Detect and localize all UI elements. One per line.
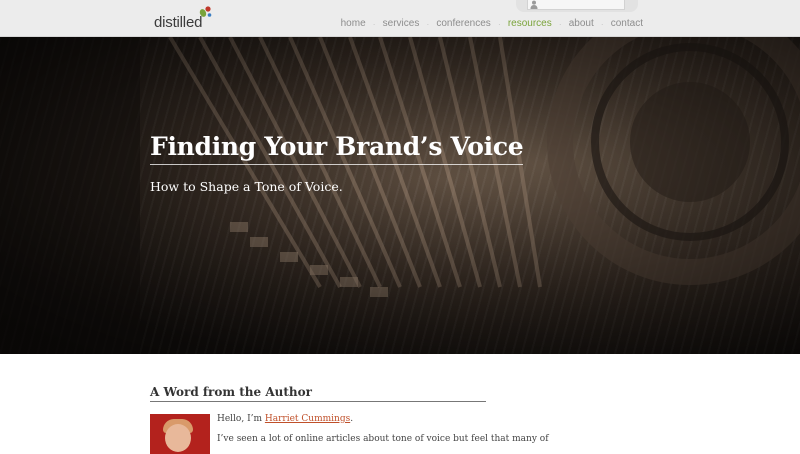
site-header: distilled home · services · conferences … [0,0,800,37]
hero-title: Finding Your Brand’s Voice [150,132,524,165]
section-title: A Word from the Author [150,385,486,402]
author-greeting: Hello, I’m Harriet Cummings. [217,414,354,424]
logo-leaves-icon [199,6,212,17]
article-paragraph: I’ve seen a lot of online articles about… [217,434,549,444]
nav-services[interactable]: services [383,18,420,29]
author-photo [150,414,210,454]
nav-contact[interactable]: contact [611,18,643,29]
nav-separator: · [600,18,604,29]
nav-home[interactable]: home [341,18,366,29]
nav-separator: · [426,18,430,29]
logo-text: distilled [154,14,203,31]
user-icon [530,0,538,9]
nav-separator: · [558,18,562,29]
author-name-link[interactable]: Harriet Cummings [265,414,350,424]
login-field[interactable] [527,0,625,10]
nav-separator: · [497,18,501,29]
hero-banner: Finding Your Brand’s Voice How to Shape … [0,37,800,354]
article-body: A Word from the Author Hello, I’m Harrie… [150,385,549,454]
nav-about[interactable]: about [569,18,594,29]
nav-conferences[interactable]: conferences [436,18,490,29]
typewriter-background-image [0,37,800,354]
main-nav: home · services · conferences · resource… [341,18,643,29]
distilled-logo[interactable]: distilled [154,5,224,33]
nav-resources[interactable]: resources [508,18,552,29]
hero-subtitle: How to Shape a Tone of Voice. [150,179,343,194]
nav-separator: · [372,18,376,29]
